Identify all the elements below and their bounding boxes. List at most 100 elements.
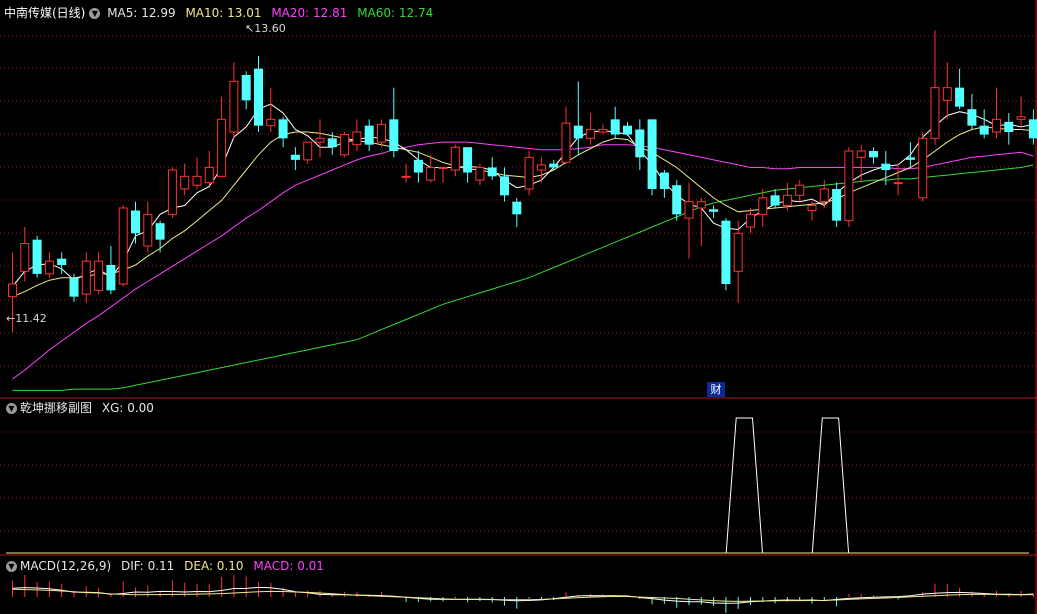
candle-body-up (401, 175, 411, 178)
dif-value: DIF: 0.11 (120, 559, 175, 573)
candle-body-down (57, 258, 67, 265)
candle (81, 252, 91, 303)
candle-body-down (659, 172, 669, 189)
candle (278, 116, 288, 148)
candle (610, 106, 620, 139)
candle-body-down (881, 163, 891, 170)
candle-body-up (598, 128, 608, 133)
candle (192, 157, 202, 189)
candle-body-down (635, 129, 645, 158)
candle-body-up (795, 184, 805, 196)
candle-body-up (733, 232, 743, 272)
candle (955, 68, 965, 110)
candle (315, 119, 325, 158)
candle (512, 197, 522, 227)
candle-body-down (1028, 119, 1037, 139)
candle (561, 106, 571, 164)
candle (770, 189, 780, 208)
candle-body-down (69, 277, 79, 297)
candle-body-down (979, 125, 989, 135)
indicator-panel-header: ▼ 乾坤挪移副图 XG: 0.00 (4, 399, 160, 417)
candle-body-down (647, 119, 657, 189)
financial-event-marker[interactable]: 财 (707, 382, 725, 397)
candle-body-up (536, 164, 546, 171)
candle-body-up (167, 169, 177, 215)
candle-body-down (241, 75, 251, 101)
candle-body-up (204, 166, 214, 184)
candle (487, 157, 497, 181)
candle-body-up (217, 118, 227, 177)
candle-body-up (438, 166, 448, 169)
candle-body-down (832, 189, 842, 221)
candle (180, 163, 190, 196)
candle-body-down (106, 265, 116, 291)
dropdown-circle-icon[interactable]: ▼ (6, 561, 17, 572)
candle (143, 201, 153, 253)
indicator-name[interactable]: 乾坤挪移副图 (20, 401, 92, 415)
candle-body-up (524, 156, 534, 190)
candle (118, 205, 128, 287)
candle (167, 167, 177, 219)
candle-body-down (610, 119, 620, 135)
moving-average-lines (12, 103, 1034, 391)
candle (524, 151, 534, 196)
candle-body-up (893, 182, 903, 185)
dropdown-circle-icon[interactable]: ▼ (6, 403, 17, 414)
xg-signal-polyline (6, 417, 1029, 554)
candle (352, 119, 362, 151)
stock-name[interactable]: 中南传媒(日线) (4, 6, 85, 20)
candle-body-down (1004, 121, 1014, 132)
candle (254, 56, 263, 132)
candle (623, 121, 632, 136)
candle-body-up (44, 260, 54, 275)
candle-body-up (352, 131, 362, 146)
candle-body-down (512, 201, 522, 215)
candle (69, 273, 79, 302)
macd-panel-header: ▼ MACD(12,26,9) DIF: 0.11 DEA: 0.10 MACD:… (4, 557, 330, 575)
candle (733, 220, 743, 303)
candle-body-up (8, 283, 17, 298)
candle (389, 87, 399, 158)
candle-body-up (782, 194, 792, 206)
candle (155, 220, 165, 253)
candle-body-down (967, 109, 977, 126)
macd-name[interactable]: MACD(12,26,9) (20, 559, 111, 573)
candle-body-down (327, 138, 337, 148)
candle (500, 167, 509, 202)
candle (918, 132, 928, 202)
candle-body-up (758, 197, 768, 215)
candle-body-down (500, 176, 509, 196)
candle (647, 119, 657, 196)
ma20-value: MA20: 12.81 (271, 6, 348, 20)
candle (1016, 96, 1026, 126)
candle (942, 62, 952, 120)
candle-body-up (20, 242, 30, 272)
candle-body-up (807, 204, 817, 212)
candle-body-up (844, 150, 854, 222)
high-price-value: 13.60 (254, 22, 286, 35)
xg-signal-line (6, 417, 1029, 554)
candle-body-up (696, 201, 706, 209)
candle-body-up (266, 118, 276, 127)
candle (413, 151, 423, 183)
main-panel-header: 中南传媒(日线) ▼ MA5: 12.99 MA10: 13.01 MA20: 1… (4, 4, 439, 22)
candle-body-down (290, 154, 300, 160)
candle (94, 252, 104, 295)
candle (635, 119, 645, 170)
candle (758, 189, 768, 227)
low-price-label: ←11.42 (6, 312, 47, 325)
candle-body-down (254, 68, 263, 126)
ma60-value: MA60: 12.74 (357, 6, 434, 20)
candle-body-up (81, 260, 91, 295)
candle-body-down (869, 151, 878, 158)
dropdown-circle-icon[interactable]: ▼ (89, 8, 101, 19)
candle (241, 71, 251, 110)
left-arrow-icon: ↖ (245, 22, 255, 35)
candle-body-up (118, 207, 128, 285)
candle-body-down (413, 159, 423, 173)
candle-body-up (586, 128, 596, 139)
candle-body-up (229, 80, 239, 133)
candlesticks (8, 30, 1037, 333)
candle (229, 62, 239, 139)
candle-body-down (32, 239, 42, 274)
